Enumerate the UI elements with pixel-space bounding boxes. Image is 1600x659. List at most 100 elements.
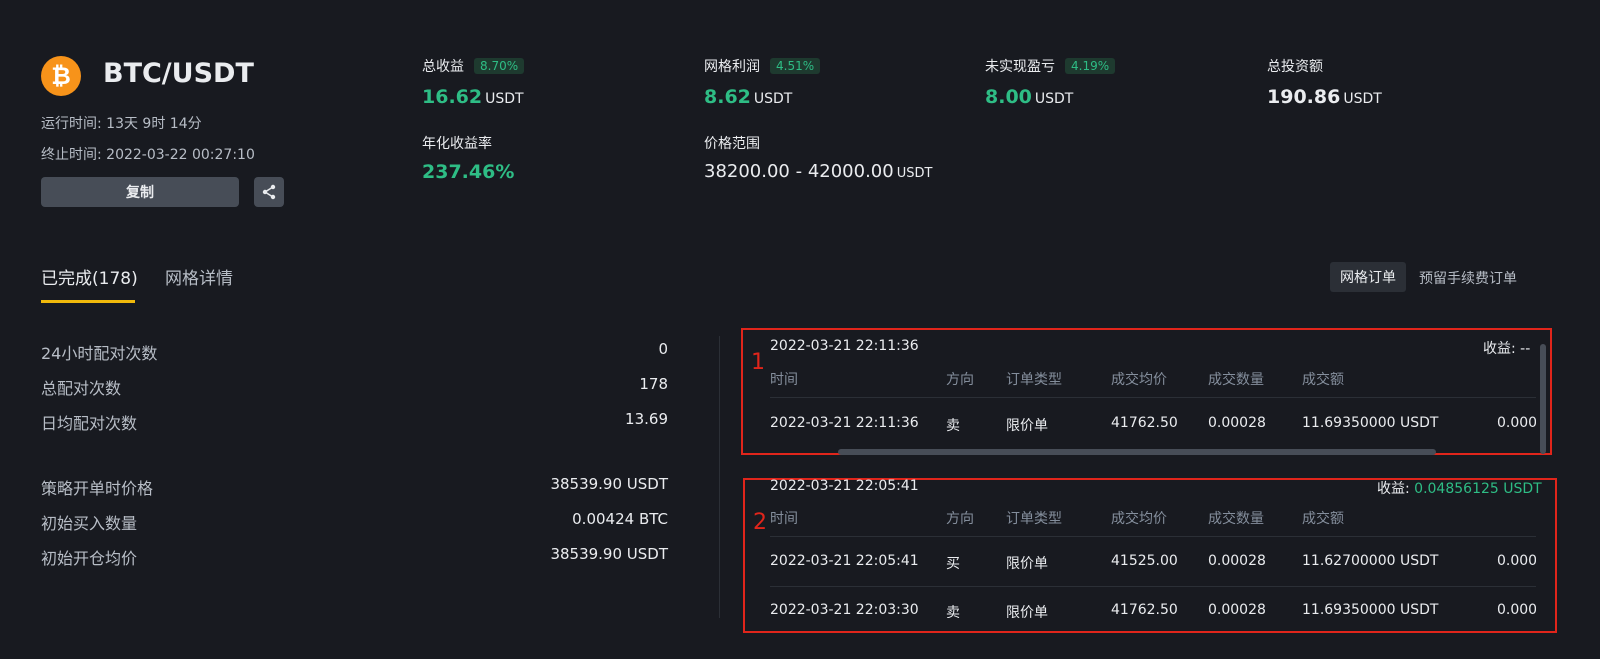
stat-row-label: 策略开单时价格 <box>41 479 154 498</box>
cell-type: 限价单 <box>1006 605 1048 618</box>
unrealized-pnl-value: 8.00 USDT <box>985 86 1073 108</box>
stat-row-label: 日均配对次数 <box>41 414 138 433</box>
bitcoin-icon: ₿ <box>41 56 81 96</box>
col-header-amount: 成交额 <box>1302 372 1344 388</box>
vertical-scrollbar[interactable] <box>1540 344 1546 454</box>
col-header-qty: 成交数量 <box>1208 511 1264 527</box>
col-header-side: 方向 <box>946 372 974 388</box>
share-icon <box>262 184 276 200</box>
header-divider <box>770 397 1536 398</box>
unrealized-pnl-unit: USDT <box>1034 91 1074 107</box>
cell-side: 买 <box>946 556 960 572</box>
price-range-unit: USDT <box>896 166 933 181</box>
cell-time: 2022-03-21 22:05:41 <box>770 553 919 569</box>
order-profit-value: 0.04856125 USDT <box>1414 481 1542 497</box>
grid-profit-amount: 8.62 <box>704 86 751 108</box>
stat-row-label: 24小时配对次数 <box>41 344 158 363</box>
order-row-clipped: 2022-03-21 22:03:30 卖 限价单 41762.50 0.000… <box>770 596 1536 618</box>
cell-amount: 11.69350000 USDT <box>1302 602 1439 618</box>
annual-return-value: 237.46% <box>422 161 515 183</box>
stat-row-value: 0.00424 BTC <box>572 510 668 528</box>
cell-side: 卖 <box>946 605 960 618</box>
order-profit-value: -- <box>1520 341 1531 357</box>
page-title: BTC/USDT <box>103 58 254 89</box>
stat-row: 策略开单时价格 38539.90 USDT <box>41 475 668 499</box>
unrealized-pnl-title: 未实现盈亏 <box>985 59 1055 75</box>
header-divider <box>770 536 1536 537</box>
price-range-amount: 38200.00 - 42000.00 <box>704 161 894 182</box>
cell-extra: 0.0000 <box>1497 602 1536 618</box>
col-header-qty: 成交数量 <box>1208 372 1264 388</box>
grid-profit-pct: 4.51% <box>770 58 821 74</box>
cell-qty: 0.00028 <box>1208 553 1266 569</box>
stat-row: 日均配对次数 13.69 <box>41 410 668 434</box>
grid-profit-value: 8.62 USDT <box>704 86 792 108</box>
stat-row: 总配对次数 178 <box>41 375 668 399</box>
total-investment-unit: USDT <box>1343 91 1382 107</box>
copy-button[interactable]: 复制 <box>41 177 239 207</box>
col-header-type: 订单类型 <box>1006 372 1062 388</box>
cell-extra: 0.0000 <box>1497 415 1536 431</box>
cell-time: 2022-03-21 22:03:30 <box>770 602 919 618</box>
cell-side: 卖 <box>946 418 960 434</box>
order-profit-label: 收益: <box>1483 341 1516 357</box>
segment-reserved-fee-orders[interactable]: 预留手续费订单 <box>1419 268 1517 288</box>
stat-row-label: 初始买入数量 <box>41 514 138 533</box>
order-profit-label: 收益: <box>1377 481 1410 497</box>
total-profit-label: 总收益 8.70% <box>422 56 525 76</box>
stat-row: 初始开仓均价 38539.90 USDT <box>41 545 668 569</box>
cell-amount: 11.69350000 USDT <box>1302 415 1439 431</box>
col-header-amount: 成交额 <box>1302 511 1344 527</box>
tab-grid-details[interactable]: 网格详情 <box>165 264 233 289</box>
total-profit-pct: 8.70% <box>474 58 525 74</box>
stat-row-label: 初始开仓均价 <box>41 549 138 568</box>
horizontal-scrollbar[interactable] <box>838 449 1436 455</box>
annual-return-title: 年化收益率 <box>422 136 492 152</box>
col-header-time: 时间 <box>770 511 798 527</box>
cell-qty: 0.00028 <box>1208 415 1266 431</box>
cell-qty: 0.00028 <box>1208 602 1266 618</box>
total-profit-title: 总收益 <box>422 59 464 75</box>
cell-avg-price: 41525.00 <box>1111 553 1178 569</box>
stat-row-value: 38539.90 USDT <box>550 545 668 563</box>
unrealized-pnl-amount: 8.00 <box>985 86 1032 108</box>
order-profit: 收益: 0.04856125 USDT <box>1377 478 1542 498</box>
col-header-avg-price: 成交均价 <box>1111 372 1167 388</box>
total-investment-value: 190.86 USDT <box>1267 86 1382 108</box>
total-profit-unit: USDT <box>485 91 524 107</box>
grid-profit-unit: USDT <box>753 91 793 107</box>
cell-avg-price: 41762.50 <box>1111 415 1178 431</box>
stat-row-value: 0 <box>658 340 668 358</box>
grid-profit-title: 网格利润 <box>704 59 760 75</box>
tab-completed[interactable]: 已完成(178) <box>41 264 138 289</box>
order-timestamp: 2022-03-21 22:11:36 <box>770 338 919 354</box>
price-range-value: 38200.00 - 42000.00 USDT <box>704 161 932 182</box>
stat-row: 初始买入数量 0.00424 BTC <box>41 510 668 534</box>
order-timestamp: 2022-03-21 22:05:41 <box>770 478 919 494</box>
total-investment-amount: 190.86 <box>1267 86 1341 108</box>
annotation-marker-1: 1 <box>751 350 765 375</box>
col-header-time: 时间 <box>770 372 798 388</box>
price-range-label: 价格范围 <box>704 133 760 153</box>
segment-grid-orders[interactable]: 网格订单 <box>1330 262 1406 292</box>
cell-extra: 0.0000 <box>1497 553 1536 569</box>
total-profit-amount: 16.62 <box>422 86 483 108</box>
total-profit-value: 16.62 USDT <box>422 86 524 108</box>
price-range-title: 价格范围 <box>704 136 760 152</box>
run-time: 运行时间: 13天 9时 14分 <box>41 116 202 132</box>
cell-amount: 11.62700000 USDT <box>1302 553 1439 569</box>
col-header-avg-price: 成交均价 <box>1111 511 1167 527</box>
cell-time: 2022-03-21 22:11:36 <box>770 415 919 431</box>
stat-row-label: 总配对次数 <box>41 379 122 398</box>
row-divider <box>770 586 1536 587</box>
stat-row-value: 13.69 <box>625 410 668 428</box>
end-time: 终止时间: 2022-03-22 00:27:10 <box>41 147 255 163</box>
order-profit: 收益: -- <box>1483 338 1530 358</box>
cell-avg-price: 41762.50 <box>1111 602 1178 618</box>
stat-row-value: 178 <box>639 375 668 393</box>
total-investment-label: 总投资额 <box>1267 56 1323 76</box>
total-investment-title: 总投资额 <box>1267 59 1323 75</box>
stat-row-value: 38539.90 USDT <box>550 475 668 493</box>
share-button[interactable] <box>254 177 284 207</box>
col-header-type: 订单类型 <box>1006 511 1062 527</box>
